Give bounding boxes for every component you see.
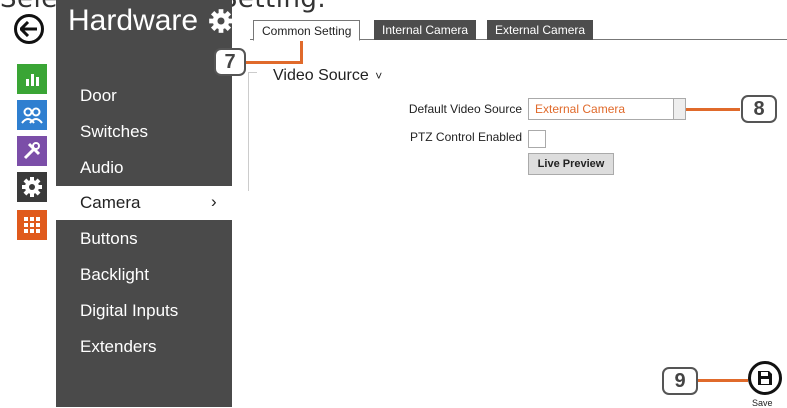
- default-video-source-select[interactable]: External Camera: [528, 98, 686, 120]
- video-source-title: Video Source: [273, 67, 369, 84]
- back-button[interactable]: [14, 14, 44, 44]
- group-bracket: [248, 72, 257, 191]
- select-arrow-icon: [673, 99, 685, 119]
- chart-icon[interactable]: [17, 64, 47, 94]
- sidebar-item-audio[interactable]: Audio: [80, 158, 123, 178]
- sidebar-item-buttons[interactable]: Buttons: [80, 229, 138, 249]
- sidebar-item-switches[interactable]: Switches: [80, 122, 148, 142]
- tab-common-setting[interactable]: Common Setting: [253, 20, 361, 41]
- gear-icon[interactable]: [17, 172, 47, 202]
- grid-icon[interactable]: [17, 210, 47, 240]
- floppy-disk-icon: [758, 371, 772, 385]
- save-button[interactable]: [748, 361, 782, 395]
- sidebar-item-door[interactable]: Door: [80, 86, 117, 106]
- sidebar-item-digital-inputs[interactable]: Digital Inputs: [80, 301, 178, 321]
- sidebar-item-backlight[interactable]: Backlight: [80, 265, 149, 285]
- tab-internal-camera[interactable]: Internal Camera: [374, 20, 477, 40]
- callout-9-connector: [698, 379, 748, 382]
- video-source-section-title[interactable]: Video Source ˅: [273, 67, 382, 85]
- chevron-right-icon: ›: [211, 192, 217, 211]
- callout-7-connector-vertical: [300, 41, 303, 63]
- live-preview-button[interactable]: Live Preview: [528, 153, 614, 175]
- tab-external-camera[interactable]: External Camera: [487, 20, 594, 40]
- ptz-control-checkbox[interactable]: [528, 130, 546, 148]
- callout-7: 7: [214, 48, 246, 76]
- callout-7-connector-horizontal: [246, 61, 303, 64]
- callout-8: 8: [741, 95, 777, 123]
- gear-icon: [209, 9, 233, 33]
- sidebar-item-camera-label: Camera: [80, 193, 141, 212]
- sidebar-title-label: Hardware: [68, 4, 199, 37]
- tools-icon[interactable]: [17, 136, 47, 166]
- default-video-source-value: External Camera: [535, 102, 626, 116]
- users-icon[interactable]: [17, 100, 47, 130]
- callout-8-connector: [686, 108, 740, 111]
- ptz-control-label: PTZ Control Enabled: [409, 130, 522, 144]
- default-video-source-label: Default Video Source: [408, 102, 522, 116]
- callout-9: 9: [662, 367, 698, 395]
- sidebar-item-extenders[interactable]: Extenders: [80, 337, 157, 357]
- arrow-left-icon: [20, 21, 37, 37]
- sidebar-title: Hardware: [68, 4, 234, 38]
- chevron-down-icon: ˅: [375, 69, 383, 83]
